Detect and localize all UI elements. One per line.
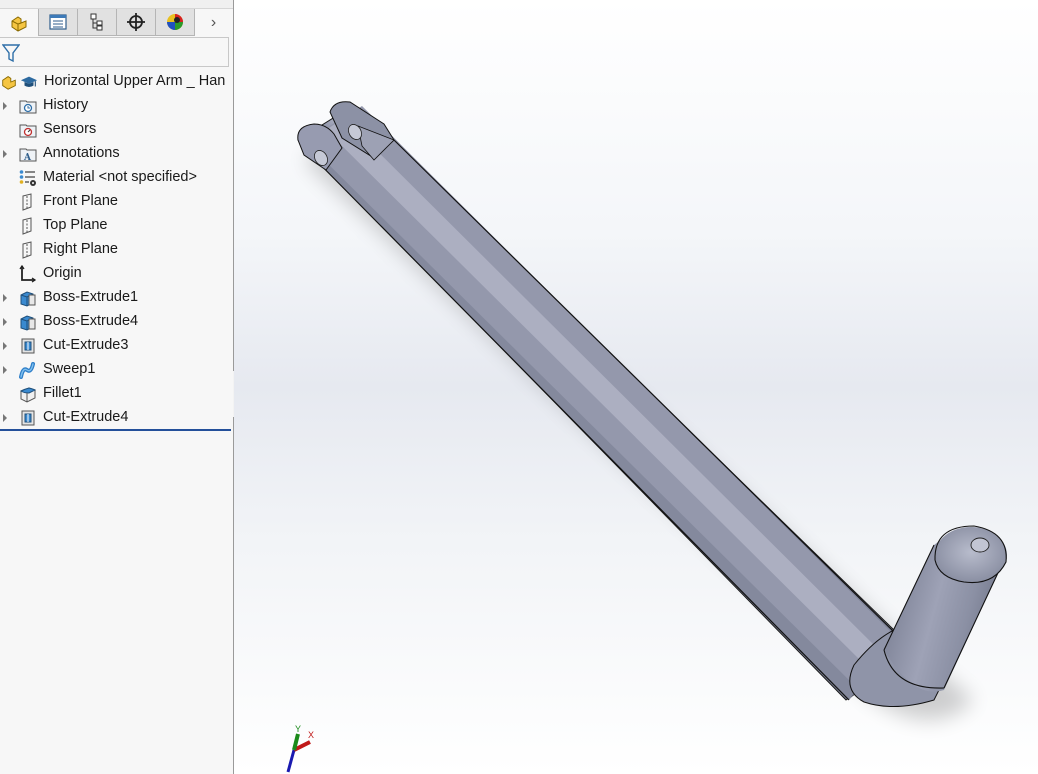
triad-y-label: Y: [295, 724, 301, 734]
graduation-cap-icon: [20, 76, 38, 87]
part-icon: [11, 15, 27, 32]
model-3d-arm[interactable]: [234, 0, 1038, 774]
rod-dark-edge: [300, 144, 859, 700]
tree-item-label: Boss-Extrude4: [43, 313, 139, 329]
sweep-icon: [19, 362, 35, 379]
more-tabs-button[interactable]: ›: [195, 9, 232, 36]
tree-item-sweep1[interactable]: Sweep1: [0, 358, 233, 382]
tree-item-label: Cut-Extrude3: [43, 337, 129, 353]
history-folder-icon: [19, 100, 37, 114]
graphics-area[interactable]: X Y: [234, 0, 1038, 774]
expand-arrow-icon[interactable]: [3, 102, 7, 110]
rod-edge-upper: [393, 139, 895, 633]
tab-display-manager[interactable]: [156, 9, 195, 36]
tree-item-top-plane[interactable]: Top Plane: [0, 214, 233, 238]
tree-item-boss-extrude1[interactable]: Boss-Extrude1: [0, 286, 233, 310]
pin-cap-hole: [970, 537, 990, 553]
boss-extrude-icon: [20, 291, 36, 307]
property-manager-icon: [49, 14, 67, 30]
tab-feature-manager[interactable]: [0, 9, 39, 36]
expand-arrow-icon[interactable]: [3, 414, 7, 422]
chevron-right-icon: ›: [210, 13, 217, 31]
tree-item-label: Sweep1: [43, 361, 96, 377]
tree-item-front-plane[interactable]: Front Plane: [0, 190, 233, 214]
tree-item-right-plane[interactable]: Right Plane: [0, 238, 233, 262]
rod-edge-lower: [299, 143, 850, 701]
tree-item-label: Sensors: [43, 121, 97, 137]
material-icon: [19, 170, 36, 186]
tree-item-origin[interactable]: Origin: [0, 262, 233, 286]
tree-item-label: Top Plane: [43, 217, 108, 233]
tree-root-part[interactable]: Horizontal Upper Arm _ Han: [0, 70, 233, 94]
tree-root-label: Horizontal Upper Arm _ Han: [44, 73, 226, 89]
expand-arrow-icon[interactable]: [3, 342, 7, 350]
tree-item-sensors[interactable]: Sensors: [0, 118, 233, 142]
plane-icon: [22, 217, 32, 235]
tree-item-label: Annotations: [43, 145, 120, 161]
feature-manager-panel: › Horizontal Upper Arm _ Han History Sen…: [0, 0, 234, 774]
tree-item-label: History: [43, 97, 89, 113]
configuration-manager-icon: [90, 13, 103, 31]
svg-text:A: A: [23, 153, 32, 163]
filter-icon: [2, 44, 20, 63]
tree-item-label: Fillet1: [43, 385, 82, 401]
expand-arrow-icon[interactable]: [3, 150, 7, 158]
tree-item-boss-extrude4[interactable]: Boss-Extrude4: [0, 310, 233, 334]
tab-property-manager[interactable]: [39, 9, 78, 36]
plane-icon: [22, 241, 32, 259]
display-manager-icon: [167, 14, 183, 30]
expand-arrow-icon[interactable]: [3, 294, 7, 302]
tree-item-fillet1[interactable]: Fillet1: [0, 382, 233, 406]
feature-tree: Horizontal Upper Arm _ Han History Senso…: [0, 70, 233, 430]
boss-extrude-icon: [20, 315, 36, 331]
triad-x-label: X: [308, 730, 314, 740]
tree-item-cut-extrude3[interactable]: Cut-Extrude3: [0, 334, 233, 358]
tree-item-label: Right Plane: [43, 241, 118, 257]
main-rod-body: [300, 106, 894, 700]
tree-filter[interactable]: [0, 37, 229, 67]
tree-item-annotations[interactable]: A Annotations: [0, 142, 233, 166]
tree-item-label: Front Plane: [43, 193, 118, 209]
panel-top-strip: [0, 0, 233, 9]
tab-configuration-manager[interactable]: [78, 9, 117, 36]
expand-arrow-icon[interactable]: [3, 366, 7, 374]
triad-z-axis: [286, 749, 296, 773]
tree-item-material[interactable]: Material <not specified>: [0, 166, 233, 190]
origin-icon: [19, 265, 37, 283]
fillet-icon: [20, 387, 37, 403]
rod-highlight: [326, 118, 879, 662]
tree-item-label: Boss-Extrude1: [43, 289, 139, 305]
manager-tabs: ›: [0, 9, 233, 37]
rollback-bar[interactable]: [0, 429, 231, 431]
tree-item-history[interactable]: History: [0, 94, 233, 118]
tree-item-label: Origin: [43, 265, 82, 281]
tree-item-cut-extrude4[interactable]: Cut-Extrude4: [0, 406, 233, 430]
tree-item-label: Cut-Extrude4: [43, 409, 129, 425]
sensors-folder-icon: [19, 124, 37, 138]
cut-extrude-icon: [21, 410, 35, 426]
orientation-triad[interactable]: X Y: [284, 724, 330, 774]
annotations-folder-icon: A: [19, 148, 37, 163]
cut-extrude-icon: [21, 338, 35, 354]
dimxpert-icon: [127, 13, 145, 31]
part-icon: [2, 76, 16, 90]
plane-icon: [22, 193, 32, 211]
tree-item-label: Material <not specified>: [43, 169, 197, 185]
tab-dimxpert-manager[interactable]: [117, 9, 156, 36]
expand-arrow-icon[interactable]: [3, 318, 7, 326]
